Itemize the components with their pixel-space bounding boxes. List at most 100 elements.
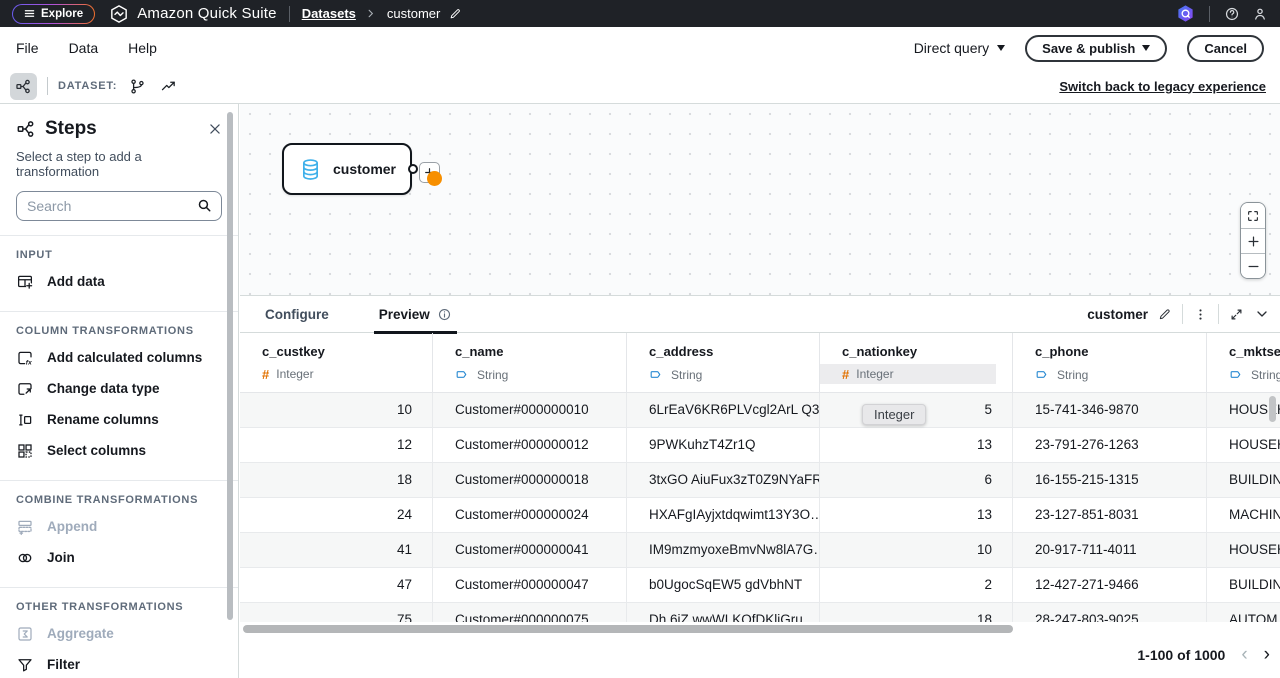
fit-view-button[interactable] bbox=[1241, 203, 1265, 228]
column-type-label: String bbox=[477, 368, 508, 382]
table-row[interactable]: 18 Customer#000000018 3txGO AiuFux3zT0Z9… bbox=[240, 463, 1280, 498]
section-label-input: INPUT bbox=[16, 249, 222, 261]
save-publish-label: Save & publish bbox=[1042, 41, 1135, 56]
divider bbox=[0, 311, 238, 312]
column-name: c_name bbox=[433, 344, 626, 359]
chevron-down-icon bbox=[997, 45, 1005, 51]
string-type-icon bbox=[1229, 367, 1244, 382]
cell: Dh 6iZ wwWLKOfDKliGru… bbox=[627, 603, 820, 622]
cell: IM9mzmyoxeBmvNw8lA7G… bbox=[627, 533, 820, 567]
sidebar-item-join[interactable]: Join bbox=[16, 542, 222, 573]
top-nav-bar: Explore Amazon Quick Suite Datasets cust… bbox=[0, 0, 1280, 27]
next-page-icon[interactable]: › bbox=[1264, 645, 1270, 664]
kebab-menu-icon[interactable] bbox=[1193, 307, 1208, 322]
table-row[interactable]: 41 Customer#000000041 IM9mzmyoxeBmvNw8lA… bbox=[240, 533, 1280, 568]
pagination-label: 1-100 of 1000 bbox=[1137, 647, 1225, 663]
schema-branch-icon[interactable] bbox=[129, 78, 146, 95]
quick-suite-app-icon[interactable] bbox=[1176, 4, 1195, 23]
sidebar-item-filter[interactable]: Filter bbox=[16, 649, 222, 678]
menu-help[interactable]: Help bbox=[128, 40, 157, 56]
menu-data[interactable]: Data bbox=[69, 40, 99, 56]
column-header-c-phone[interactable]: c_phone String bbox=[1013, 333, 1207, 392]
filter-icon bbox=[16, 656, 34, 674]
sidebar-item-rename-columns[interactable]: Rename columns bbox=[16, 404, 222, 435]
node-output-port[interactable] bbox=[408, 164, 418, 174]
expand-panel-icon[interactable] bbox=[1229, 307, 1244, 322]
sidebar-item-select-columns[interactable]: Select columns bbox=[16, 435, 222, 466]
column-type-label: String bbox=[1057, 368, 1088, 382]
divider bbox=[0, 480, 238, 481]
flow-canvas[interactable]: customer bbox=[240, 104, 1280, 295]
close-icon[interactable] bbox=[208, 122, 222, 136]
minus-icon bbox=[1246, 259, 1261, 274]
steps-panel-toggle-button[interactable] bbox=[10, 73, 37, 100]
plus-icon bbox=[1246, 234, 1261, 249]
cell: 12 bbox=[240, 428, 433, 462]
search-input[interactable] bbox=[16, 191, 222, 221]
dataset-toolbar: DATASET: Switch back to legacy experienc… bbox=[0, 69, 1280, 104]
flow-icon bbox=[15, 78, 32, 95]
cell: 24 bbox=[240, 498, 433, 532]
cell: 6LrEaV6KR6PLVcgl2ArL Q3… bbox=[627, 393, 820, 427]
sidebar-item-change-data-type[interactable]: Change data type bbox=[16, 373, 222, 404]
horizontal-scrollbar[interactable] bbox=[243, 625, 1013, 633]
previous-page-icon[interactable]: ‹ bbox=[1241, 645, 1247, 664]
sidebar-item-add-calculated-columns[interactable]: fx Add calculated columns bbox=[16, 342, 222, 373]
info-icon bbox=[437, 307, 452, 322]
sidebar-scrollbar[interactable] bbox=[227, 112, 233, 620]
table-row[interactable]: 47 Customer#000000047 b0UgocSqEW5 gdVbhN… bbox=[240, 568, 1280, 603]
integer-type-icon: # bbox=[842, 368, 849, 381]
trend-arrow-icon[interactable] bbox=[160, 78, 177, 95]
table-row[interactable]: 10 Customer#000000010 6LrEaV6KR6PLVcgl2A… bbox=[240, 393, 1280, 428]
cell: Customer#000000010 bbox=[433, 393, 627, 427]
brand-title: Amazon Quick Suite bbox=[137, 5, 277, 22]
vertical-scrollbar[interactable] bbox=[1269, 396, 1276, 422]
cell: 6 bbox=[820, 463, 1013, 497]
cell: 41 bbox=[240, 533, 433, 567]
table-row[interactable]: 12 Customer#000000012 9PWKuhzT4Zr1Q 13 2… bbox=[240, 428, 1280, 463]
breadcrumb-datasets-link[interactable]: Datasets bbox=[302, 6, 356, 21]
cancel-label: Cancel bbox=[1204, 41, 1247, 56]
menu-file[interactable]: File bbox=[16, 40, 39, 56]
cell: 10 bbox=[240, 393, 433, 427]
string-type-icon bbox=[1035, 367, 1050, 382]
cell: 10 bbox=[820, 533, 1013, 567]
section-label-other-transformations: OTHER TRANSFORMATIONS bbox=[16, 601, 222, 613]
tab-configure[interactable]: Configure bbox=[262, 296, 332, 333]
integer-type-icon: # bbox=[262, 368, 269, 381]
switch-legacy-link[interactable]: Switch back to legacy experience bbox=[1059, 79, 1270, 94]
table-row[interactable]: 75 Customer#000000075 Dh 6iZ wwWLKOfDKli… bbox=[240, 603, 1280, 622]
edit-pencil-icon[interactable] bbox=[1158, 307, 1172, 321]
help-icon[interactable] bbox=[1224, 6, 1240, 22]
column-header-c-nationkey[interactable]: c_nationkey #Integer bbox=[820, 333, 1013, 392]
chevron-right-icon bbox=[365, 8, 376, 19]
zoom-in-button[interactable] bbox=[1241, 228, 1265, 253]
column-header-c-mktsegment[interactable]: c_mktsegm String bbox=[1207, 333, 1280, 392]
tab-preview[interactable]: Preview bbox=[376, 296, 455, 333]
column-header-c-address[interactable]: c_address String bbox=[627, 333, 820, 392]
cell: HOUSEH bbox=[1207, 533, 1280, 567]
divider bbox=[0, 587, 238, 588]
cell: 18 bbox=[820, 603, 1013, 622]
cancel-button[interactable]: Cancel bbox=[1187, 35, 1264, 62]
cell: 15-741-346-9870 bbox=[1013, 393, 1207, 427]
column-header-c-custkey[interactable]: c_custkey #Integer bbox=[240, 333, 433, 392]
save-publish-button[interactable]: Save & publish bbox=[1025, 35, 1167, 62]
column-type-hovered[interactable]: #Integer bbox=[820, 364, 996, 384]
table-row[interactable]: 24 Customer#000000024 HXAFgIAyjxtdqwimt1… bbox=[240, 498, 1280, 533]
collapse-panel-chevron-icon[interactable] bbox=[1254, 306, 1270, 322]
sidebar-item-add-data[interactable]: Add data bbox=[16, 266, 222, 297]
divider bbox=[0, 235, 238, 236]
explore-button[interactable]: Explore bbox=[12, 4, 95, 24]
column-header-c-name[interactable]: c_name String bbox=[433, 333, 627, 392]
direct-query-dropdown[interactable]: Direct query bbox=[914, 40, 1005, 56]
dataset-node-customer[interactable]: customer bbox=[282, 143, 412, 195]
cell: HXAFgIAyjxtdqwimt13Y3O… bbox=[627, 498, 820, 532]
brand: Amazon Quick Suite bbox=[109, 4, 277, 24]
edit-pencil-icon[interactable] bbox=[449, 7, 462, 20]
canvas-zoom-controls bbox=[1240, 202, 1266, 279]
topbar-divider bbox=[289, 6, 290, 22]
user-profile-icon[interactable] bbox=[1252, 6, 1268, 22]
menu-bar: File Data Help Direct query Save & publi… bbox=[0, 27, 1280, 69]
zoom-out-button[interactable] bbox=[1241, 253, 1265, 278]
